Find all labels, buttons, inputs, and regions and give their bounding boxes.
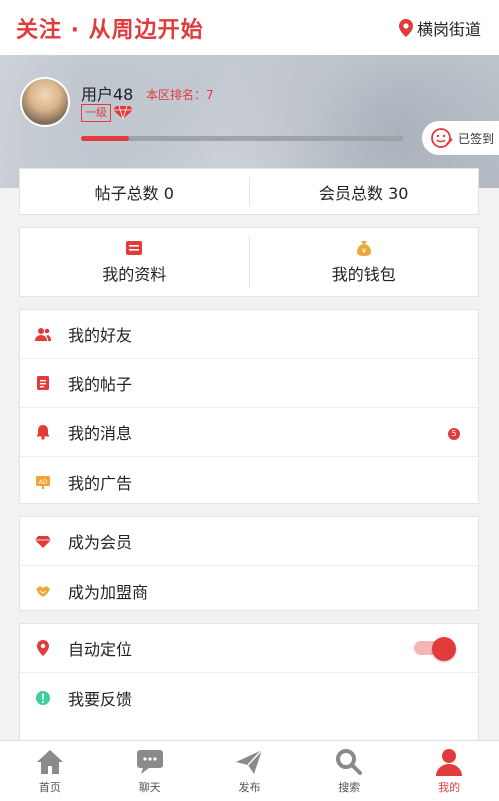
tab-mine[interactable]: 我的 [399, 741, 499, 801]
location-pin-icon [34, 639, 52, 657]
my-profile-label: 我的资料 [102, 265, 167, 284]
menu-item-label: 我的消息 [68, 424, 133, 443]
menu-item-messages[interactable]: 我的消息 5 [20, 408, 478, 457]
tab-label: 搜索 [338, 780, 361, 794]
checkin-button[interactable]: 已签到 [422, 121, 499, 155]
location-selector[interactable]: 横岗街道 [398, 16, 481, 40]
chat-icon [136, 749, 163, 774]
location-label: 横岗街道 [416, 19, 481, 39]
bottom-tab-bar: 首页 聊天 发布 搜索 我的 [0, 740, 499, 801]
search-icon [336, 748, 363, 775]
menu-item-auto-location[interactable]: 自动定位 [20, 624, 478, 673]
tab-home[interactable]: 首页 [0, 741, 100, 801]
brand-slogan: 关注 · 从周边开始 [16, 17, 204, 43]
menu-item-label: 成为会员 [68, 533, 133, 552]
member-count[interactable]: 会员总数 30 [250, 169, 479, 214]
tab-label: 首页 [38, 780, 61, 794]
rank-text: 本区排名：7 [146, 88, 214, 102]
auto-location-toggle[interactable] [414, 637, 456, 661]
menu-item-become-franchisee[interactable]: 成为加盟商 [20, 566, 478, 615]
handshake-icon [34, 582, 52, 600]
menu-item-label: 自动定位 [68, 640, 133, 659]
smile-pen-icon [431, 128, 453, 148]
my-wallet-button[interactable]: ¥ 我的钱包 [250, 228, 479, 296]
tab-chat[interactable]: 聊天 [100, 741, 200, 801]
settings-menu: 自动定位 我要反馈 [19, 623, 479, 748]
checkin-label: 已签到 [458, 131, 495, 146]
exclamation-icon [34, 689, 52, 707]
menu-item-feedback[interactable]: 我要反馈 [20, 673, 478, 722]
tab-label: 聊天 [138, 780, 161, 794]
home-icon [36, 749, 63, 774]
stats-card: 帖子总数 0 会员总数 30 [19, 168, 479, 215]
ad-icon: AD [34, 473, 52, 491]
top-header: 关注 · 从周边开始 横岗街道 [0, 0, 499, 55]
unread-badge: 5 [448, 428, 460, 440]
my-profile-button[interactable]: 我的资料 [20, 228, 249, 296]
map-pin-icon [398, 18, 413, 37]
level-badge: 一级 [81, 104, 111, 122]
diamond-icon [34, 532, 52, 550]
send-icon [236, 749, 263, 774]
membership-menu: 成为会员 成为加盟商 [19, 516, 479, 611]
posts-icon [34, 374, 52, 392]
menu-item-ads[interactable]: AD 我的广告 [20, 457, 478, 506]
menu-item-friends[interactable]: 我的好友 [20, 310, 478, 359]
user-name: 用户48 [81, 85, 134, 104]
tab-label: 发布 [238, 780, 261, 794]
avatar[interactable] [20, 77, 70, 127]
tab-search[interactable]: 搜索 [299, 741, 399, 801]
menu-item-label: 成为加盟商 [68, 582, 149, 602]
user-icon [436, 748, 463, 776]
svg-text:AD: AD [39, 479, 48, 486]
menu-item-label: 我的广告 [68, 473, 133, 493]
menu-item-posts[interactable]: 我的帖子 [20, 359, 478, 408]
post-count[interactable]: 帖子总数 0 [20, 169, 249, 214]
level-progress-bar [81, 136, 403, 141]
personal-menu: 我的好友 我的帖子 我的消息 5 AD 我的广告 [19, 309, 479, 504]
menu-item-label: 我的帖子 [68, 375, 133, 394]
money-bag-icon: ¥ [356, 241, 371, 256]
tab-publish[interactable]: 发布 [200, 741, 300, 801]
my-wallet-label: 我的钱包 [331, 265, 396, 284]
svg-text:¥: ¥ [362, 247, 367, 255]
tab-label: 我的 [438, 780, 461, 794]
menu-item-become-member[interactable]: 成为会员 [20, 517, 478, 566]
menu-item-label: 我要反馈 [68, 689, 133, 709]
menu-item-label: 我的好友 [68, 326, 133, 345]
toggle-knob [432, 637, 456, 661]
bell-icon [34, 423, 52, 441]
level-progress-fill [81, 136, 130, 141]
quick-actions-card: 我的资料 ¥ 我的钱包 [19, 227, 479, 297]
vip-gem-icon [113, 105, 133, 120]
profile-card-icon [126, 241, 143, 255]
friends-icon [34, 325, 52, 343]
